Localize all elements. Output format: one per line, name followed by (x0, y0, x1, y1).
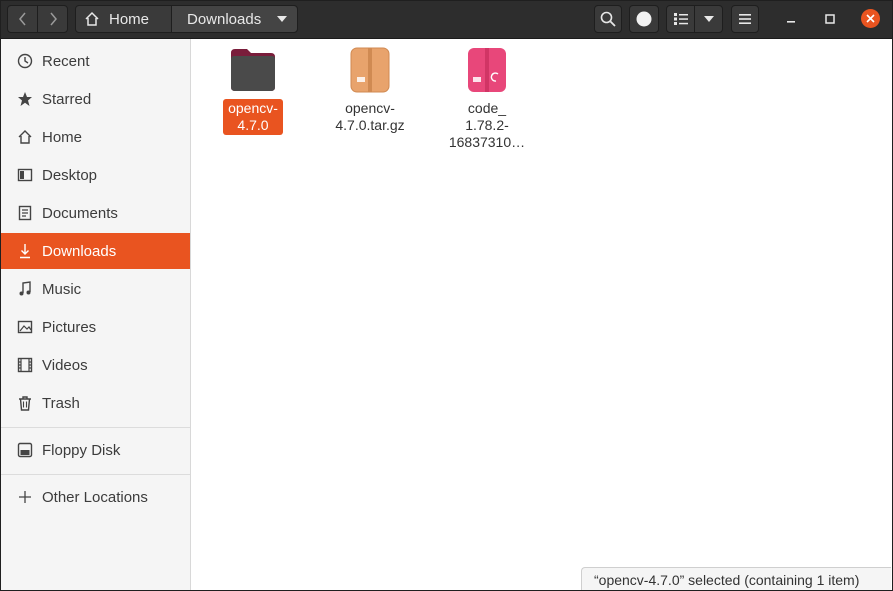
selection-status: “opencv-4.7.0” selected (containing 1 it… (581, 567, 891, 590)
sidebar-separator (1, 474, 190, 475)
list-view-icon (673, 13, 688, 25)
hamburger-menu-icon (739, 14, 751, 24)
sidebar-item-downloads[interactable]: Downloads (1, 233, 190, 269)
sidebar: Recent Starred Home Desktop Documents Do… (1, 39, 191, 590)
path-crumb-home-label: Home (109, 10, 150, 28)
search-button[interactable] (594, 5, 622, 33)
desktop-icon (17, 167, 33, 183)
sidebar-item-label: Starred (42, 90, 92, 108)
file-item-code-package[interactable]: code_ 1.78.2- 16837310… (434, 47, 540, 152)
sidebar-item-recent[interactable]: Recent (1, 43, 190, 79)
sidebar-item-home[interactable]: Home (1, 119, 190, 155)
forward-button[interactable] (37, 6, 67, 32)
view-options-group (666, 5, 723, 33)
back-button[interactable] (8, 6, 37, 32)
video-icon (17, 357, 33, 373)
home-icon (85, 11, 99, 26)
close-button[interactable] (861, 9, 880, 28)
clock-icon (17, 53, 33, 69)
sidebar-item-label: Home (42, 128, 83, 146)
minimize-icon (787, 21, 795, 23)
sidebar-item-label: Desktop (42, 166, 98, 184)
download-icon (17, 243, 33, 259)
navigation-buttons (7, 5, 68, 33)
sidebar-item-trash[interactable]: Trash (1, 385, 190, 421)
menu-button[interactable] (731, 5, 759, 33)
sidebar-item-starred[interactable]: Starred (1, 81, 190, 117)
music-icon (17, 281, 33, 297)
archive-icon (350, 47, 390, 93)
sidebar-separator (1, 427, 190, 428)
path-crumb-downloads[interactable]: Downloads (171, 6, 297, 32)
list-view-button[interactable] (667, 6, 695, 32)
sidebar-item-floppy-disk[interactable]: Floppy Disk (1, 432, 190, 468)
sidebar-item-label: Downloads (42, 242, 117, 260)
sidebar-item-label: Recent (42, 52, 90, 70)
file-item-opencv-folder[interactable]: opencv- 4.7.0 (200, 47, 306, 135)
sidebar-item-label: Music (42, 280, 82, 298)
home-icon (17, 129, 33, 145)
sidebar-item-music[interactable]: Music (1, 271, 190, 307)
trash-icon (17, 395, 33, 411)
star-icon (17, 91, 33, 107)
sidebar-item-label: Other Locations (42, 488, 148, 506)
sidebar-item-label: Floppy Disk (42, 441, 121, 459)
chevron-down-icon[interactable] (277, 16, 287, 22)
sidebar-item-label: Pictures (42, 318, 97, 336)
file-name: opencv- 4.7.0 (223, 99, 283, 135)
debian-package-icon (468, 48, 506, 92)
chevron-right-icon (49, 12, 57, 26)
path-crumb-downloads-label: Downloads (187, 10, 262, 28)
sidebar-item-desktop[interactable]: Desktop (1, 157, 190, 193)
path-bar: Home Downloads (75, 5, 298, 33)
header-bar: Home Downloads (1, 1, 892, 39)
chevron-left-icon (18, 12, 26, 26)
floppy-icon (17, 442, 33, 458)
file-name: code_ 1.78.2- 16837310… (448, 100, 526, 150)
sidebar-item-label: Trash (42, 394, 80, 412)
search-icon (600, 11, 616, 27)
file-manager-window: Home Downloads Recent Starred Home Deskt… (0, 0, 893, 591)
chevron-down-icon (703, 16, 714, 22)
maximize-button[interactable] (818, 7, 842, 31)
file-item-opencv-archive[interactable]: opencv- 4.7.0.tar.gz (317, 47, 423, 135)
sidebar-item-other-locations[interactable]: Other Locations (1, 479, 190, 515)
sidebar-item-videos[interactable]: Videos (1, 347, 190, 383)
document-icon (17, 205, 33, 221)
plus-icon (17, 489, 33, 505)
file-name: opencv- 4.7.0.tar.gz (335, 100, 405, 133)
sidebar-item-label: Documents (42, 204, 118, 222)
minimize-button[interactable] (779, 7, 803, 31)
path-crumb-home[interactable]: Home (76, 6, 171, 32)
view-dropdown-button[interactable] (695, 6, 722, 32)
folder-icon (231, 49, 275, 91)
picture-icon (17, 319, 33, 335)
circle-icon (636, 11, 652, 27)
sidebar-item-label: Videos (42, 356, 88, 374)
selection-status-text: “opencv-4.7.0” selected (containing 1 it… (594, 571, 860, 588)
maximize-icon (825, 14, 835, 24)
operations-button[interactable] (629, 5, 659, 33)
file-view[interactable]: opencv- 4.7.0 opencv- 4.7.0.tar.gz code_… (192, 39, 892, 590)
close-icon (866, 14, 875, 23)
sidebar-item-documents[interactable]: Documents (1, 195, 190, 231)
sidebar-item-pictures[interactable]: Pictures (1, 309, 190, 345)
